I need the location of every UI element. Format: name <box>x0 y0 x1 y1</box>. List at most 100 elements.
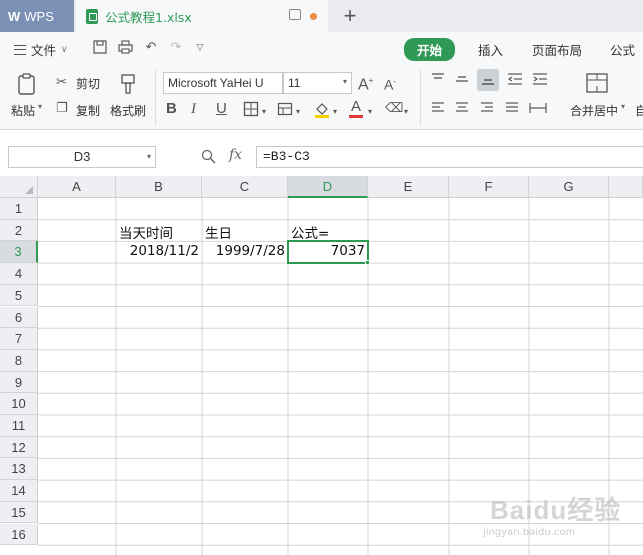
increase-indent-icon[interactable] <box>532 72 548 91</box>
redo-icon[interactable]: ↷ <box>168 40 184 56</box>
row-header-1[interactable]: 1 <box>0 198 38 220</box>
tab-home[interactable]: 开始 <box>404 38 456 61</box>
new-tab-button[interactable]: + <box>340 2 360 30</box>
formula-input[interactable]: =B3-C3 <box>256 146 643 168</box>
file-tab-name: 公式教程1.xlsx <box>105 9 192 25</box>
ribbon-separator <box>155 70 156 126</box>
column-header-e[interactable]: E <box>368 176 449 198</box>
column-header-b[interactable]: B <box>116 176 202 198</box>
row-header-10[interactable]: 10 <box>0 393 38 415</box>
copy-label[interactable]: 复制 <box>76 102 100 119</box>
row-header-14[interactable]: 14 <box>0 480 38 502</box>
copy-icon[interactable]: ❐ <box>56 101 68 117</box>
insert-function-button[interactable]: fx <box>229 147 242 163</box>
zoom-search-icon[interactable] <box>201 149 216 168</box>
chevron-down-icon: ∨ <box>61 44 68 55</box>
merge-center-icon[interactable] <box>585 72 609 94</box>
justify-icon[interactable] <box>505 101 519 120</box>
fill-color-icon[interactable] <box>313 100 331 123</box>
eraser-icon[interactable]: ⌫ <box>385 101 403 117</box>
tab-page-layout[interactable]: 页面布局 <box>532 40 582 59</box>
font-size-value: 11 <box>288 76 301 90</box>
file-menu[interactable]: 文件 ∨ <box>14 40 68 59</box>
align-top-icon[interactable] <box>431 72 445 91</box>
formula-value: =B3-C3 <box>263 149 310 164</box>
column-header-partial[interactable] <box>609 176 643 198</box>
row-header-15[interactable]: 15 <box>0 501 38 524</box>
cut-label[interactable]: 剪切 <box>76 75 100 92</box>
monitor-icon[interactable] <box>289 9 301 20</box>
align-middle-icon[interactable] <box>455 72 469 91</box>
save-icon[interactable] <box>92 40 108 56</box>
watermark-brand: Baidu经验 <box>490 495 622 525</box>
format-painter-label[interactable]: 格式刷 <box>110 102 146 119</box>
merge-center-label[interactable]: 合并居中 <box>570 102 618 119</box>
distributed-align-icon[interactable] <box>529 101 547 120</box>
row-header-11[interactable]: 11 <box>0 415 38 437</box>
paste-dropdown-caret[interactable]: ▾ <box>38 102 42 111</box>
row-header-6[interactable]: 6 <box>0 306 38 329</box>
row-header-5[interactable]: 5 <box>0 284 38 307</box>
column-header-c[interactable]: C <box>202 176 288 198</box>
cell-b2[interactable]: 当天时间 <box>119 222 173 242</box>
wps-home-tab[interactable]: W WPS <box>0 0 74 32</box>
align-center-icon[interactable] <box>455 101 469 120</box>
paste-label[interactable]: 粘贴 <box>11 102 35 119</box>
auto-wrap-label[interactable]: 自 <box>635 102 643 119</box>
italic-button[interactable]: I <box>191 101 196 117</box>
merge-dropdown-caret[interactable]: ▾ <box>621 102 625 111</box>
cell-c2[interactable]: 生日 <box>205 222 232 242</box>
row-header-13[interactable]: 13 <box>0 458 38 481</box>
row-header-8[interactable]: 8 <box>0 349 38 372</box>
row-header-2[interactable]: 2 <box>0 219 38 242</box>
format-painter-icon[interactable] <box>118 73 138 95</box>
font-name-value: Microsoft YaHei U <box>168 76 264 90</box>
print-icon[interactable] <box>117 40 133 56</box>
decrease-font-button[interactable]: A- <box>384 74 396 93</box>
file-menu-label: 文件 <box>31 43 57 58</box>
align-bottom-icon[interactable] <box>477 69 499 91</box>
name-box[interactable]: D3 ▾ <box>8 146 156 168</box>
chevron-down-icon[interactable]: ▾ <box>404 104 408 120</box>
font-color-button[interactable]: A <box>349 98 363 118</box>
fill-handle[interactable] <box>365 260 370 266</box>
column-header-a[interactable]: A <box>38 176 116 198</box>
column-header-d[interactable]: D <box>288 176 368 198</box>
decrease-indent-icon[interactable] <box>507 72 523 91</box>
align-right-icon[interactable] <box>480 101 494 120</box>
row-header-12[interactable]: 12 <box>0 436 38 459</box>
increase-font-button[interactable]: A+ <box>358 73 373 93</box>
scissors-icon[interactable]: ✂ <box>56 75 67 91</box>
chevron-down-icon[interactable]: ▾ <box>296 104 300 120</box>
align-left-icon[interactable] <box>431 101 445 120</box>
customize-toolbar-icon[interactable]: ▽ <box>192 40 208 56</box>
tab-insert[interactable]: 插入 <box>478 40 503 59</box>
undo-icon[interactable]: ↶ <box>143 40 159 56</box>
ribbon-toolbar: 粘贴 ▾ ✂ 剪切 ❐ 复制 格式刷 Microsoft YaHei U 11 … <box>0 64 643 130</box>
row-header-9[interactable]: 9 <box>0 371 38 394</box>
wps-logo-icon: W <box>8 8 21 24</box>
cell-d2[interactable]: 公式= <box>291 222 329 242</box>
chevron-down-icon[interactable]: ▾ <box>368 104 372 120</box>
underline-button[interactable]: U <box>216 101 227 117</box>
cell-style-icon[interactable] <box>277 101 293 122</box>
paste-icon[interactable] <box>15 72 39 96</box>
row-header-7[interactable]: 7 <box>0 328 38 350</box>
row-header-3[interactable]: 3 <box>0 241 38 264</box>
chevron-down-icon: ▾ <box>342 77 347 86</box>
row-header-4[interactable]: 4 <box>0 263 38 285</box>
column-header-f[interactable]: F <box>449 176 529 198</box>
cell-b3[interactable]: 2018/11/2 <box>116 243 199 259</box>
chevron-down-icon[interactable]: ▾ <box>333 104 337 120</box>
border-icon[interactable] <box>243 101 259 122</box>
row-header-16[interactable]: 16 <box>0 523 38 546</box>
font-size-select[interactable]: 11 ▾ <box>283 72 352 94</box>
watermark-url: jingyan.baidu.com <box>483 527 576 538</box>
cell-c3[interactable]: 1999/7/28 <box>202 243 285 259</box>
font-name-select[interactable]: Microsoft YaHei U <box>163 72 283 94</box>
bold-button[interactable]: B <box>166 101 177 117</box>
chevron-down-icon[interactable]: ▾ <box>262 104 266 120</box>
column-header-g[interactable]: G <box>529 176 609 198</box>
formula-bar: D3 ▾ fx =B3-C3 <box>0 140 643 174</box>
tab-formulas[interactable]: 公式 <box>610 40 635 59</box>
